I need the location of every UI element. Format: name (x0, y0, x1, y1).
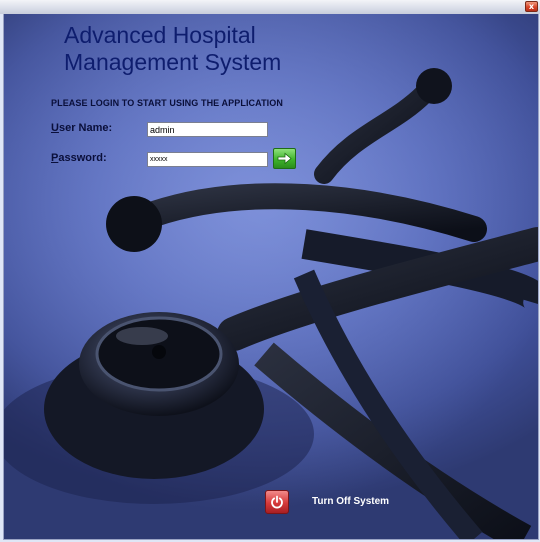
username-label: User Name: (51, 122, 112, 134)
app-title-line2: Management System (64, 49, 282, 75)
login-panel: Advanced Hospital Management System PLEA… (3, 14, 539, 540)
password-field[interactable] (147, 152, 268, 167)
close-button[interactable]: x (525, 1, 538, 12)
arrow-right-icon (277, 152, 292, 165)
login-submit-button[interactable] (273, 148, 296, 169)
username-label-mnemonic: U (51, 122, 59, 134)
turn-off-button[interactable] (265, 490, 289, 514)
username-field[interactable] (147, 122, 268, 137)
turn-off-label[interactable]: Turn Off System (312, 496, 389, 507)
password-label-text: assword: (58, 152, 107, 164)
app-title-line1: Advanced Hospital (64, 22, 256, 48)
window-titlebar[interactable]: x (0, 0, 540, 14)
stethoscope-background-image (4, 14, 538, 539)
close-icon: x (528, 1, 535, 11)
app-title: Advanced Hospital Management System (64, 22, 384, 76)
login-instruction: PLEASE LOGIN TO START USING THE APPLICAT… (51, 98, 283, 108)
power-icon (271, 495, 283, 509)
password-label: Password: (51, 152, 107, 164)
username-label-text: ser Name: (58, 122, 113, 134)
login-window: x Advanced Hospital Management System PL… (0, 0, 540, 542)
